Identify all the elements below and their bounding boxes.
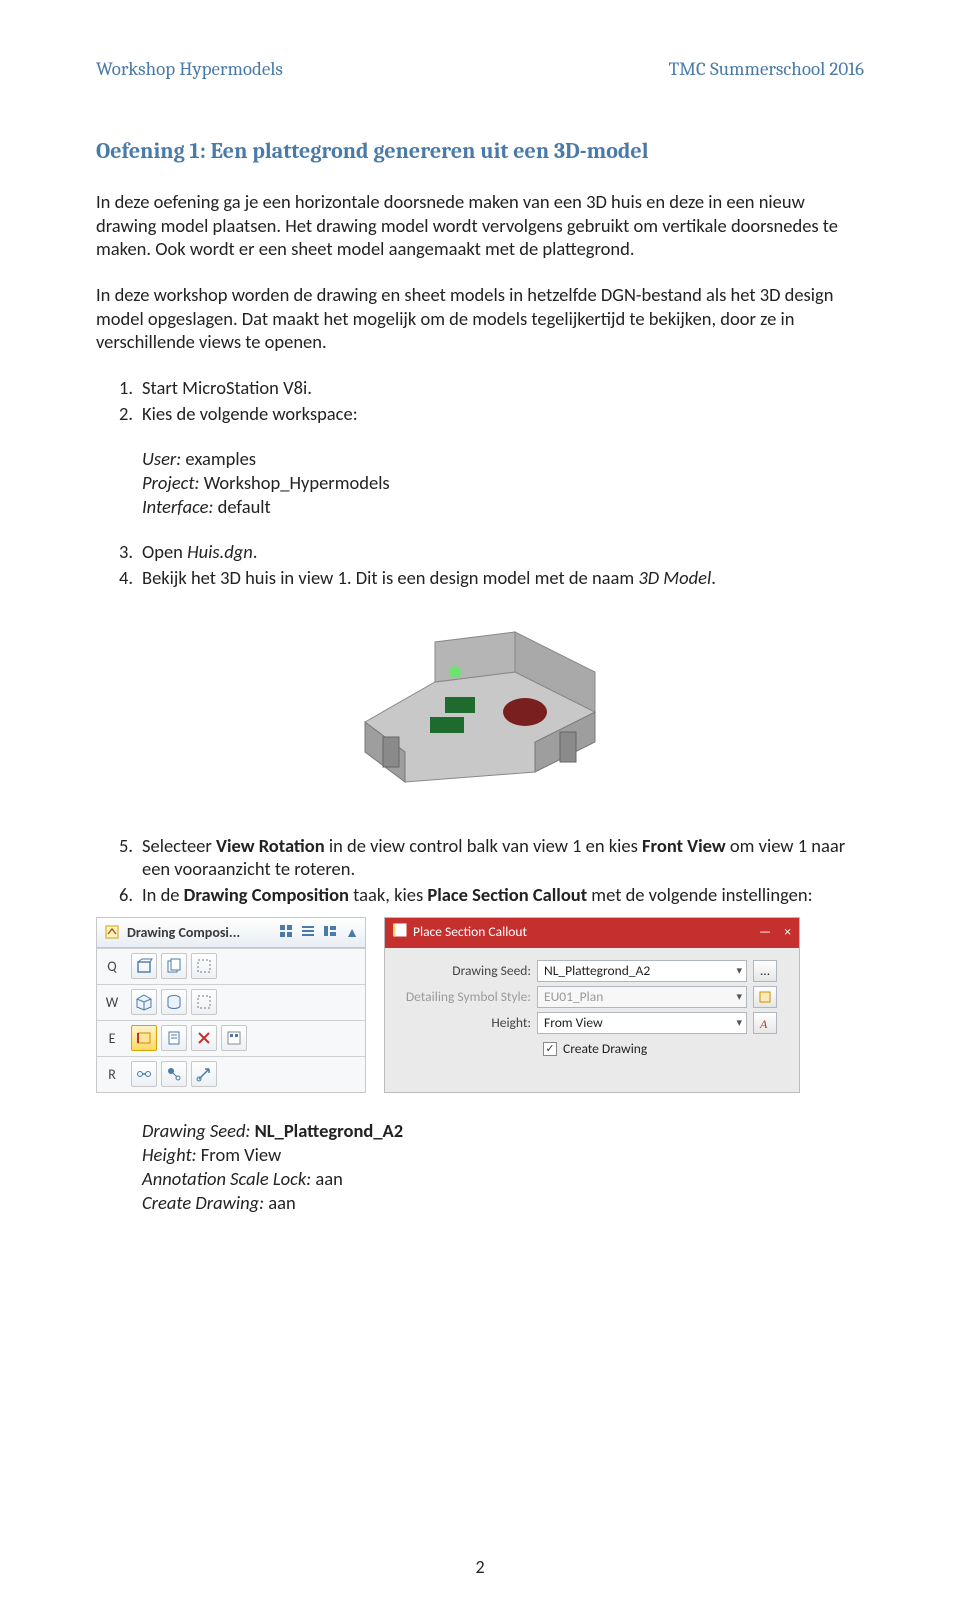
ellipsis-icon: … — [760, 962, 769, 979]
node-icon[interactable] — [161, 1061, 187, 1087]
chevron-down-icon: ▾ — [736, 990, 742, 1003]
annotation-a-icon: A — [758, 1016, 772, 1030]
height-label: Height: — [393, 1014, 537, 1031]
drawing-seed-dropdown[interactable]: NL_Plattegrond_A2▾ — [537, 960, 747, 982]
drawing-seed-label: Drawing Seed: — [393, 962, 537, 979]
place-section-callout-icon[interactable] — [131, 1025, 157, 1051]
drawing-composition-panel: Drawing Composi... ▲ Q W E — [96, 917, 366, 1093]
panel-row-q: Q — [97, 948, 365, 984]
clip-volume-icon[interactable] — [131, 953, 157, 979]
close-button[interactable]: × — [784, 923, 791, 940]
workspace-block: User: examples Project: Workshop_Hypermo… — [96, 447, 864, 518]
steps-list-2: 3.Open Huis.dgn. 4.Bekijk het 3D huis in… — [96, 540, 864, 589]
detailing-style-dropdown[interactable]: EU01_Plan▾ — [537, 986, 747, 1008]
create-drawing-checkbox[interactable]: ✓ — [543, 1042, 557, 1056]
step-4: 4.Bekijk het 3D huis in view 1. Dit is e… — [96, 566, 864, 590]
collapse-caret-icon[interactable]: ▲ — [345, 924, 359, 941]
arrow-icon[interactable] — [191, 1061, 217, 1087]
dotted-rect2-icon[interactable] — [191, 989, 217, 1015]
panel-row-w: W — [97, 984, 365, 1020]
header-left: Workshop Hypermodels — [96, 58, 283, 80]
chevron-down-icon: ▾ — [736, 964, 742, 977]
step-2: 2.Kies de volgende workspace: — [96, 402, 864, 426]
house-3d-image — [96, 602, 864, 812]
step-5: 5.Selecteer View Rotation in de view con… — [96, 834, 864, 881]
annotation-scale-lock-button[interactable]: A — [753, 1012, 777, 1034]
cylinder-icon[interactable] — [161, 989, 187, 1015]
step-1: 1.Start MicroStation V8i. — [96, 376, 864, 400]
page-number: 2 — [0, 1556, 960, 1578]
height-dropdown[interactable]: From View▾ — [537, 1012, 747, 1034]
minimize-button[interactable]: — — [759, 923, 771, 940]
dialog-titlebar[interactable]: Place Section Callout — × — [385, 918, 799, 948]
dotted-rect-icon[interactable] — [191, 953, 217, 979]
section-title: Oefening 1: Een plattegrond genereren ui… — [96, 138, 864, 164]
intro-para-1: In deze oefening ga je een horizontale d… — [96, 190, 864, 261]
layout-grid-icon[interactable] — [279, 924, 295, 940]
header-right: TMC Summerschool 2016 — [669, 58, 864, 80]
detailing-style-label: Detailing Symbol Style: — [393, 988, 537, 1005]
place-section-callout-dialog: Place Section Callout — × Drawing Seed: … — [384, 917, 800, 1093]
create-drawing-label: Create Drawing — [563, 1040, 647, 1057]
copy-sheet-icon[interactable] — [161, 953, 187, 979]
layout-alt-icon[interactable] — [323, 924, 339, 940]
settings-summary: Drawing Seed: NL_Plattegrond_A2 Height: … — [96, 1119, 864, 1215]
intro-para-2: In deze workshop worden de drawing en sh… — [96, 283, 864, 354]
chevron-down-icon: ▾ — [736, 1016, 742, 1029]
steps-list-1: 1.Start MicroStation V8i. 2.Kies de volg… — [96, 376, 864, 425]
sheet-icon[interactable] — [161, 1025, 187, 1051]
drawing-seed-browse-button[interactable]: … — [753, 960, 777, 982]
properties-icon[interactable] — [221, 1025, 247, 1051]
task-icon — [103, 923, 121, 941]
cube-icon[interactable] — [131, 989, 157, 1015]
page-header: Workshop Hypermodels TMC Summerschool 20… — [96, 58, 864, 80]
panel-row-r: R — [97, 1056, 365, 1092]
align-icon[interactable] — [131, 1061, 157, 1087]
panel-row-e: E — [97, 1020, 365, 1056]
panel-titlebar[interactable]: Drawing Composi... ▲ — [97, 918, 365, 948]
delete-icon[interactable] — [191, 1025, 217, 1051]
dialog-icon — [393, 923, 407, 941]
edit-icon — [758, 990, 772, 1004]
dialog-title: Place Section Callout — [413, 923, 527, 940]
step-3: 3.Open Huis.dgn. — [96, 540, 864, 564]
steps-list-3: 5.Selecteer View Rotation in de view con… — [96, 834, 864, 907]
detailing-style-browse-button[interactable] — [753, 986, 777, 1008]
step-6: 6.In de Drawing Composition taak, kies P… — [96, 883, 864, 907]
svg-text:A: A — [759, 1017, 768, 1030]
layout-list-icon[interactable] — [301, 924, 317, 940]
